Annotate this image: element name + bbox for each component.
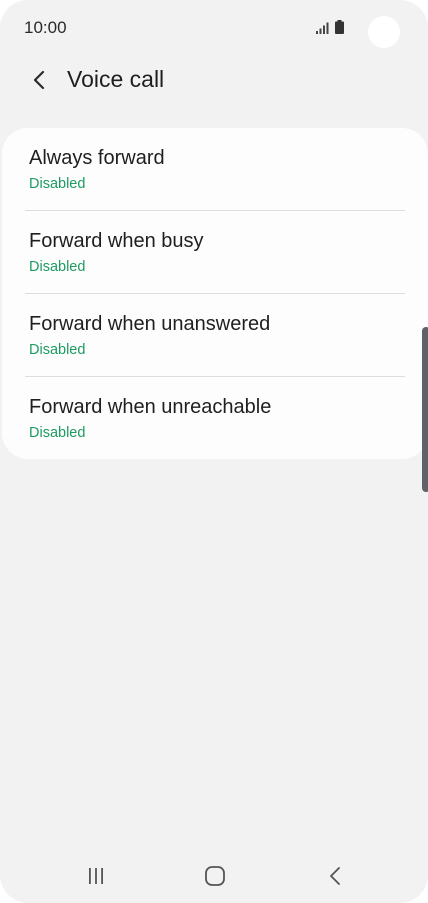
home-button[interactable] [185, 848, 245, 903]
option-title: Forward when busy [29, 230, 204, 252]
signal-icon [316, 22, 329, 34]
option-status: Disabled [29, 342, 86, 358]
option-forward-when-busy[interactable]: Forward when busy Disabled [2, 211, 428, 294]
option-status: Disabled [29, 176, 86, 192]
chevron-left-icon [33, 70, 45, 90]
nav-back-button[interactable] [305, 848, 365, 903]
option-always-forward[interactable]: Always forward Disabled [2, 128, 428, 211]
scroll-handle[interactable] [422, 327, 428, 492]
battery-icon [335, 20, 344, 34]
option-title: Forward when unanswered [29, 313, 271, 335]
option-forward-when-unreachable[interactable]: Forward when unreachable Disabled [2, 377, 428, 459]
recent-apps-icon [89, 868, 103, 884]
navigation-bar [0, 848, 428, 903]
status-bar: 10:00 [0, 0, 428, 56]
option-title: Forward when unreachable [29, 396, 272, 418]
phone-screen: 10:00 Voice call Always forward Disabled… [0, 0, 428, 903]
forwarding-options-list: Always forward Disabled Forward when bus… [2, 128, 428, 459]
option-status: Disabled [29, 425, 86, 441]
back-icon [330, 867, 340, 885]
option-title: Always forward [29, 147, 165, 169]
option-status: Disabled [29, 259, 86, 275]
recent-apps-button[interactable] [66, 848, 126, 903]
camera-cutout [368, 16, 400, 48]
page-title: Voice call [67, 66, 165, 92]
status-time: 10:00 [24, 18, 67, 37]
back-button[interactable] [22, 62, 56, 98]
option-forward-when-unanswered[interactable]: Forward when unanswered Disabled [2, 294, 428, 377]
home-icon [205, 866, 225, 886]
